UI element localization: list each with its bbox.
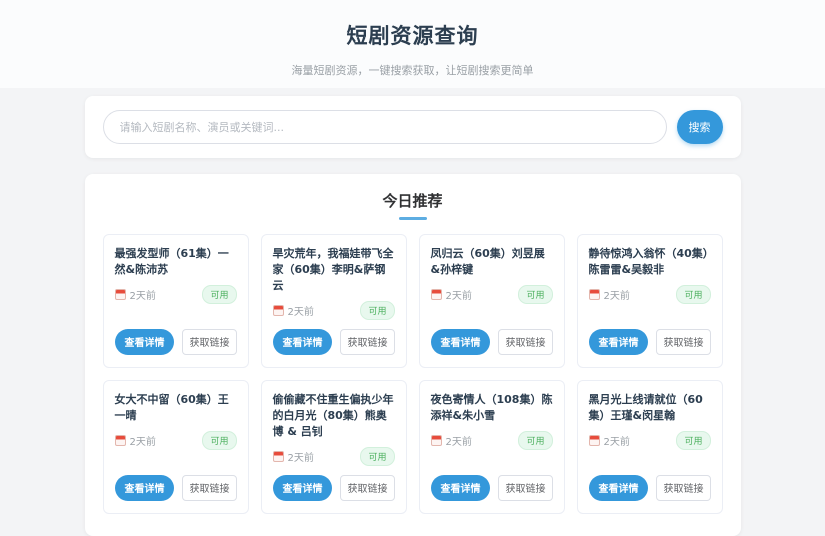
calendar-icon: [272, 450, 284, 462]
view-detail-button[interactable]: 查看详情: [430, 328, 491, 355]
search-bar: 搜索: [84, 96, 741, 158]
recommendations-panel: 今日推荐 最强发型师（61集）一然&陈沛苏 2天前 可用 查看详情 获取链接 旱…: [84, 174, 741, 536]
get-link-button[interactable]: 获取链接: [182, 328, 237, 355]
card-time: 2天前: [445, 291, 472, 302]
calendar-icon: [430, 289, 442, 300]
get-link-button[interactable]: 获取链接: [340, 474, 395, 501]
view-detail-button[interactable]: 查看详情: [114, 328, 175, 355]
drama-card: 旱灾荒年，我福娃带飞全家（60集）李明&萨钢云 2天前 可用 查看详情 获取链接: [260, 234, 407, 368]
time-wrap: 2天前: [114, 287, 156, 302]
status-badge: 可用: [676, 285, 711, 304]
time-wrap: 2天前: [272, 303, 314, 318]
time-wrap: 2天前: [430, 287, 472, 302]
card-time: 2天前: [287, 306, 314, 318]
calendar-icon: [588, 289, 600, 300]
card-buttons: 查看详情 获取链接: [114, 328, 237, 355]
get-link-button[interactable]: 获取链接: [340, 328, 395, 355]
calendar-icon: [272, 304, 284, 316]
card-buttons: 查看详情 获取链接: [430, 328, 553, 355]
view-detail-button[interactable]: 查看详情: [588, 474, 649, 501]
drama-card: 凤归云（60集）刘昱展&孙梓键 2天前 可用 查看详情 获取链接: [418, 234, 565, 368]
get-link-button[interactable]: 获取链接: [656, 474, 711, 501]
status-badge: 可用: [202, 430, 237, 450]
card-buttons: 查看详情 获取链接: [114, 474, 237, 501]
get-link-button[interactable]: 获取链接: [498, 474, 553, 501]
drama-card: 夜色寄情人（108集）陈添祥&朱小雪 2天前 可用 查看详情 获取链接: [418, 379, 565, 514]
drama-card: 偷偷藏不住重生偏执少年的白月光（80集）熊奥博 & 吕钊 2天前 可用 查看详情…: [260, 379, 407, 514]
status-badge: 可用: [360, 300, 395, 320]
drama-title: 女大不中留（60集）王一晴: [114, 392, 229, 422]
card-time: 2天前: [445, 436, 472, 448]
time-wrap: 2天前: [588, 287, 630, 302]
card-time: 2天前: [129, 436, 156, 448]
calendar-icon: [430, 434, 442, 446]
search-input[interactable]: [102, 110, 667, 144]
card-meta-row: 2天前 可用: [114, 430, 237, 450]
card-buttons: 查看详情 获取链接: [588, 474, 711, 501]
search-button[interactable]: 搜索: [676, 110, 723, 144]
status-badge: 可用: [518, 285, 553, 304]
card-meta-row: 2天前 可用: [588, 285, 711, 304]
drama-title: 静待惊鸿入翁怀（40集）陈雷雷&吴毅非: [588, 247, 709, 276]
drama-title: 旱灾荒年，我福娃带飞全家（60集）李明&萨钢云: [272, 247, 394, 292]
drama-title: 黑月光上线请就位（60集）王瑾&闵星翰: [588, 392, 703, 422]
status-badge: 可用: [202, 285, 237, 304]
get-link-button[interactable]: 获取链接: [498, 328, 553, 355]
view-detail-button[interactable]: 查看详情: [114, 474, 175, 501]
card-time: 2天前: [129, 291, 156, 302]
time-wrap: 2天前: [114, 433, 156, 448]
drama-card: 最强发型师（61集）一然&陈沛苏 2天前 可用 查看详情 获取链接: [102, 234, 249, 368]
get-link-button[interactable]: 获取链接: [656, 328, 711, 355]
calendar-icon: [114, 434, 126, 446]
card-meta-row: 2天前 可用: [588, 430, 711, 450]
card-meta-row: 2天前 可用: [114, 285, 237, 304]
card-time: 2天前: [287, 452, 314, 464]
hero-section: 短剧资源查询 海量短剧资源，一键搜索获取，让短剧搜索更简单: [0, 0, 825, 88]
drama-card: 黑月光上线请就位（60集）王瑾&闵星翰 2天前 可用 查看详情 获取链接: [576, 379, 723, 514]
card-meta-row: 2天前 可用: [272, 446, 395, 466]
status-badge: 可用: [360, 446, 395, 466]
heading-underline: [398, 217, 427, 220]
drama-card: 女大不中留（60集）王一晴 2天前 可用 查看详情 获取链接: [102, 379, 249, 514]
view-detail-button[interactable]: 查看详情: [430, 474, 491, 501]
drama-title: 夜色寄情人（108集）陈添祥&朱小雪: [430, 392, 553, 422]
card-time: 2天前: [603, 436, 630, 448]
time-wrap: 2天前: [430, 433, 472, 448]
card-meta-row: 2天前 可用: [430, 285, 553, 304]
calendar-icon: [588, 434, 600, 446]
card-meta-row: 2天前 可用: [430, 430, 553, 450]
time-wrap: 2天前: [272, 449, 314, 464]
drama-title: 最强发型师（61集）一然&陈沛苏: [114, 247, 229, 276]
main-container: 搜索 今日推荐 最强发型师（61集）一然&陈沛苏 2天前 可用 查看详情 获取链…: [84, 96, 741, 536]
card-buttons: 查看详情 获取链接: [272, 474, 395, 501]
cards-grid: 最强发型师（61集）一然&陈沛苏 2天前 可用 查看详情 获取链接 旱灾荒年，我…: [102, 234, 723, 514]
card-buttons: 查看详情 获取链接: [430, 474, 553, 501]
status-badge: 可用: [518, 430, 553, 450]
recommendations-heading: 今日推荐: [382, 192, 443, 210]
status-badge: 可用: [676, 430, 711, 450]
drama-title: 偷偷藏不住重生偏执少年的白月光（80集）熊奥博 & 吕钊: [272, 392, 394, 438]
page-subtitle: 海量短剧资源，一键搜索获取，让短剧搜索更简单: [291, 64, 534, 77]
view-detail-button[interactable]: 查看详情: [272, 474, 333, 501]
view-detail-button[interactable]: 查看详情: [588, 328, 649, 355]
calendar-icon: [114, 289, 126, 300]
card-buttons: 查看详情 获取链接: [272, 328, 395, 355]
card-time: 2天前: [603, 291, 630, 302]
drama-title: 凤归云（60集）刘昱展&孙梓键: [430, 247, 545, 276]
get-link-button[interactable]: 获取链接: [182, 474, 237, 501]
drama-card: 静待惊鸿入翁怀（40集）陈雷雷&吴毅非 2天前 可用 查看详情 获取链接: [576, 234, 723, 368]
page-title: 短剧资源查询: [346, 24, 479, 48]
card-meta-row: 2天前 可用: [272, 300, 395, 320]
view-detail-button[interactable]: 查看详情: [272, 328, 333, 355]
card-buttons: 查看详情 获取链接: [588, 328, 711, 355]
time-wrap: 2天前: [588, 433, 630, 448]
